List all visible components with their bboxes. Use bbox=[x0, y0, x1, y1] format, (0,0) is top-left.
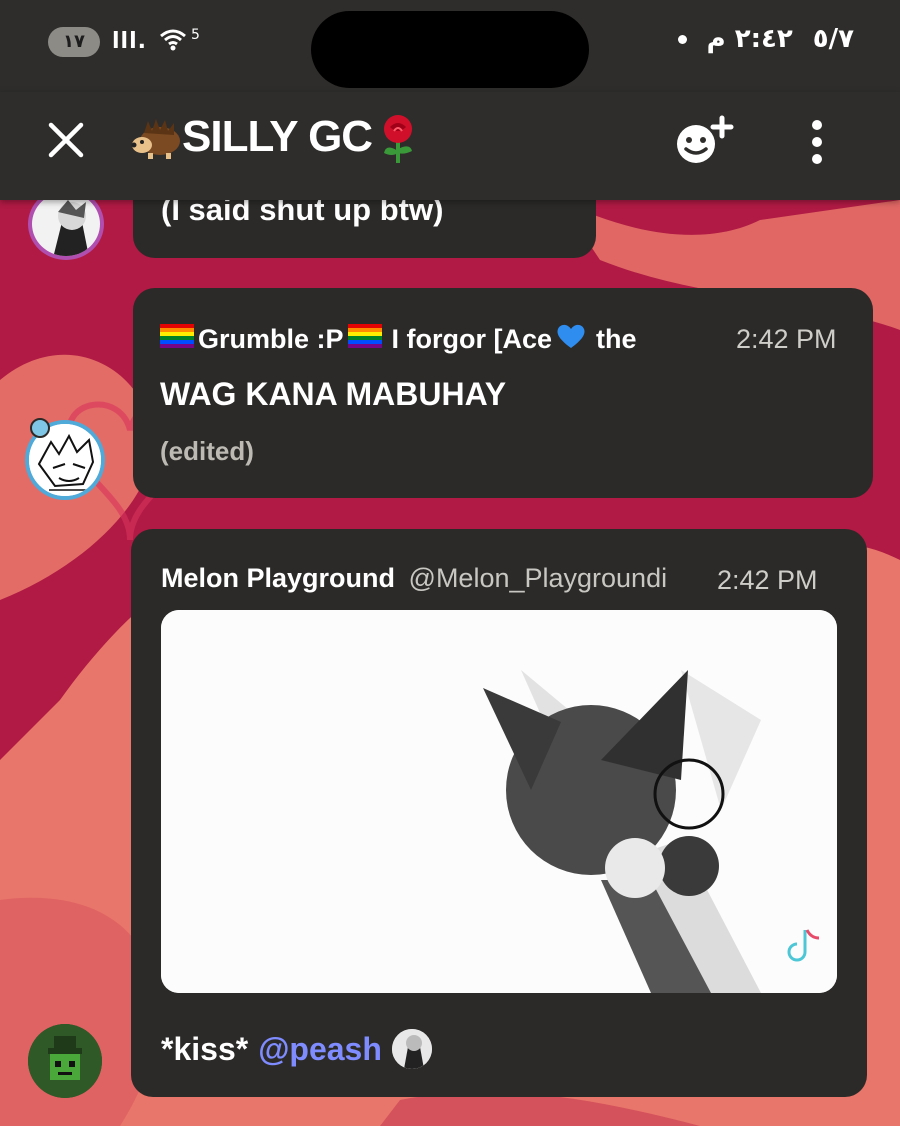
chat-title[interactable]: SILLY GC bbox=[130, 112, 424, 163]
more-options-button[interactable] bbox=[800, 112, 834, 172]
user-mention[interactable]: @peash bbox=[258, 1031, 382, 1068]
edited-label: (edited) bbox=[160, 436, 254, 466]
mention-avatar bbox=[391, 1029, 432, 1069]
notification-dot bbox=[677, 34, 687, 44]
rainbow-flag-icon bbox=[347, 324, 382, 355]
add-member-button[interactable] bbox=[672, 114, 734, 170]
blue-heart-icon bbox=[556, 322, 586, 357]
video-thumbnail bbox=[161, 610, 837, 993]
avatar-badge bbox=[30, 418, 50, 438]
wifi-badge: 5 bbox=[190, 26, 200, 43]
signal-icon: lll. bbox=[112, 29, 147, 54]
message-text: WAG KANA MABUHAY bbox=[160, 376, 507, 412]
status-date: ٥/٧ bbox=[812, 24, 854, 54]
chat-title-text: SILLY GC bbox=[182, 112, 373, 161]
status-bar: ١٧ lll. 5 ٢:٤٢ م ٥/٧ bbox=[0, 0, 900, 92]
message-bubble[interactable]: Grumble :P I forgor [Ace the Q 2:42 PM W… bbox=[133, 288, 873, 498]
chat-app-bar: SILLY GC bbox=[0, 92, 900, 200]
video-embed[interactable] bbox=[161, 610, 837, 993]
message-author[interactable]: Grumble :P I forgor [Ace the Q bbox=[160, 322, 644, 357]
add-member-icon bbox=[677, 115, 734, 163]
message-time: 2:42 PM bbox=[736, 324, 837, 354]
message-text: *kiss* @peash bbox=[161, 1029, 432, 1069]
message-handle: @Melon_Playgroundi bbox=[408, 563, 668, 593]
rose-emoji-icon bbox=[376, 113, 424, 163]
rainbow-flag-icon bbox=[160, 324, 194, 355]
status-time: ٢:٤٢ م bbox=[706, 24, 793, 54]
more-vert-icon bbox=[812, 120, 822, 164]
wifi-icon bbox=[159, 26, 193, 57]
camera-notch bbox=[311, 11, 589, 88]
hedgehog-emoji-icon bbox=[130, 113, 180, 161]
close-button[interactable] bbox=[42, 116, 90, 164]
avatar[interactable] bbox=[28, 1024, 102, 1098]
close-icon bbox=[48, 122, 84, 158]
message-time: 2:42 PM bbox=[717, 565, 818, 595]
battery-indicator: ١٧ bbox=[48, 26, 100, 57]
message-author[interactable]: Melon Playground @Melon_Playgroundi bbox=[161, 563, 667, 594]
